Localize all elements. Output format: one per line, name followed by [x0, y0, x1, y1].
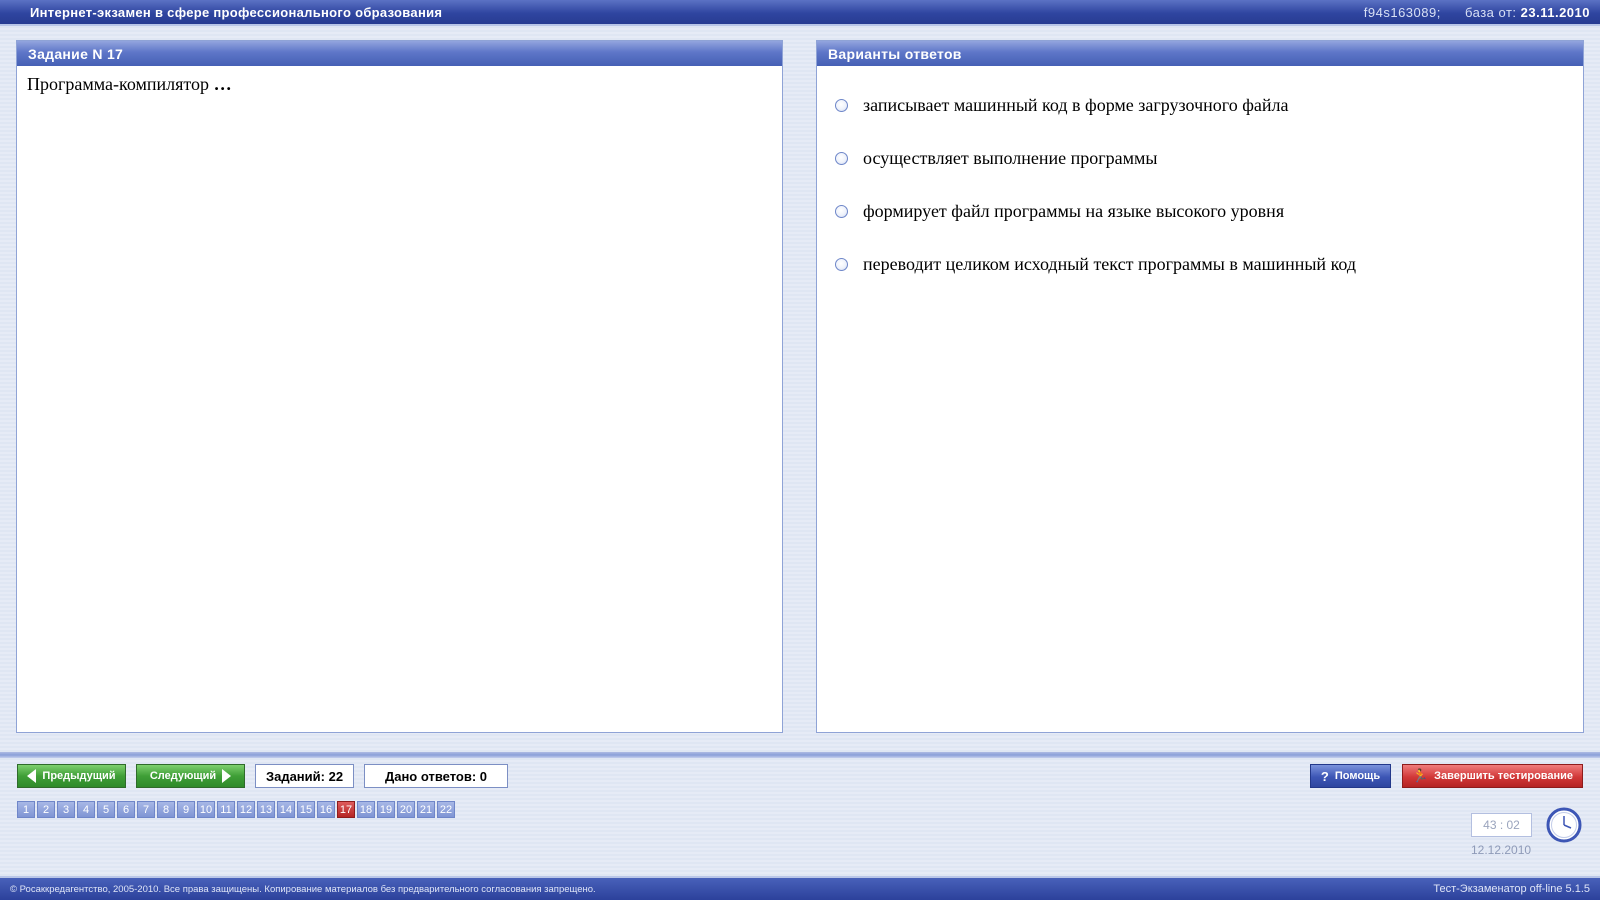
- title-bar: Интернет-экзамен в сфере профессионально…: [0, 0, 1600, 26]
- timer-display: 43 : 02: [1471, 813, 1532, 837]
- task-number-17[interactable]: 17: [337, 801, 355, 818]
- toolbar-divider: [0, 752, 1600, 758]
- previous-label: Предыдущий: [42, 770, 116, 782]
- task-number-16[interactable]: 16: [317, 801, 335, 818]
- answer-label: осуществляет выполнение программы: [863, 148, 1158, 168]
- answer-option-2[interactable]: осуществляет выполнение программы: [817, 132, 1583, 185]
- task-number-8[interactable]: 8: [157, 801, 175, 818]
- task-number-14[interactable]: 14: [277, 801, 295, 818]
- answer-list: записывает машинный код в форме загрузоч…: [817, 66, 1583, 291]
- task-number-11[interactable]: 11: [217, 801, 235, 818]
- question-body: Программа-компилятор: [27, 74, 210, 94]
- finish-label: Завершить тестирование: [1434, 770, 1574, 782]
- task-heading: Задание N 17: [17, 41, 782, 66]
- answer-label: переводит целиком исходный текст програм…: [863, 254, 1357, 274]
- task-number-9[interactable]: 9: [177, 801, 195, 818]
- footer: © Росаккредагентство, 2005-2010. Все пра…: [0, 876, 1600, 900]
- current-date: 12.12.2010: [1471, 843, 1532, 857]
- clock-icon: [1546, 807, 1582, 843]
- answer-option-3[interactable]: формирует файл программы на языке высоко…: [817, 185, 1583, 238]
- answer-label: формирует файл программы на языке высоко…: [863, 201, 1285, 221]
- task-number-21[interactable]: 21: [417, 801, 435, 818]
- question-text: Программа-компилятор …: [17, 66, 782, 103]
- task-navigator: 1 2 3 4 5 6 7 8 9 10 11 12 13 14 15 16 17 18 19 20 21 22: [17, 801, 455, 818]
- session-code: f94s163089;: [1363, 5, 1441, 20]
- finish-test-button[interactable]: 🏃 Завершить тестирование: [1402, 764, 1583, 788]
- task-number-6[interactable]: 6: [117, 801, 135, 818]
- answers-heading: Варианты ответов: [817, 41, 1583, 66]
- task-number-1[interactable]: 1: [17, 801, 35, 818]
- arrow-left-icon: [27, 769, 37, 783]
- radio-button-icon[interactable]: [835, 99, 848, 112]
- tasks-count: Заданий: 22: [255, 764, 354, 788]
- answer-option-4[interactable]: переводит целиком исходный текст програм…: [817, 238, 1583, 291]
- answer-label: записывает машинный код в форме загрузоч…: [863, 95, 1289, 115]
- task-number-3[interactable]: 3: [57, 801, 75, 818]
- task-number-10[interactable]: 10: [197, 801, 215, 818]
- running-man-icon: 🏃: [1411, 768, 1429, 783]
- next-button[interactable]: Следующий: [136, 764, 245, 788]
- task-number-15[interactable]: 15: [297, 801, 315, 818]
- task-number-18[interactable]: 18: [357, 801, 375, 818]
- base-label: база от:: [1464, 5, 1517, 20]
- radio-button-icon[interactable]: [835, 152, 848, 165]
- answers-given-count: Дано ответов: 0: [364, 764, 508, 788]
- answer-option-1[interactable]: записывает машинный код в форме загрузоч…: [817, 79, 1583, 132]
- app-title: Интернет-экзамен в сфере профессионально…: [30, 5, 443, 20]
- arrow-right-icon: [222, 769, 232, 783]
- radio-button-icon[interactable]: [835, 258, 848, 271]
- previous-button[interactable]: Предыдущий: [17, 764, 126, 788]
- task-number-4[interactable]: 4: [77, 801, 95, 818]
- task-number-5[interactable]: 5: [97, 801, 115, 818]
- help-label: Помощь: [1334, 770, 1381, 782]
- task-number-12[interactable]: 12: [237, 801, 255, 818]
- version-text: Тест-Экзаменатор off-line 5.1.5: [1433, 883, 1590, 895]
- next-label: Следующий: [149, 770, 217, 782]
- task-number-20[interactable]: 20: [397, 801, 415, 818]
- task-number-22[interactable]: 22: [437, 801, 455, 818]
- base-date: 23.11.2010: [1520, 5, 1590, 20]
- task-number-2[interactable]: 2: [37, 801, 55, 818]
- task-number-13[interactable]: 13: [257, 801, 275, 818]
- question-panel: Задание N 17 Программа-компилятор …: [16, 40, 783, 733]
- copyright-text: © Росаккредагентство, 2005-2010. Все пра…: [10, 884, 596, 895]
- help-button[interactable]: ? Помощь: [1310, 764, 1391, 788]
- question-mark-icon: ?: [1320, 768, 1329, 784]
- answers-panel: Варианты ответов записывает машинный код…: [816, 40, 1584, 733]
- task-number-19[interactable]: 19: [377, 801, 395, 818]
- task-number-7[interactable]: 7: [137, 801, 155, 818]
- radio-button-icon[interactable]: [835, 205, 848, 218]
- question-ellipsis: …: [213, 74, 232, 94]
- header-meta: f94s163089; база от: 23.11.2010: [1364, 5, 1590, 20]
